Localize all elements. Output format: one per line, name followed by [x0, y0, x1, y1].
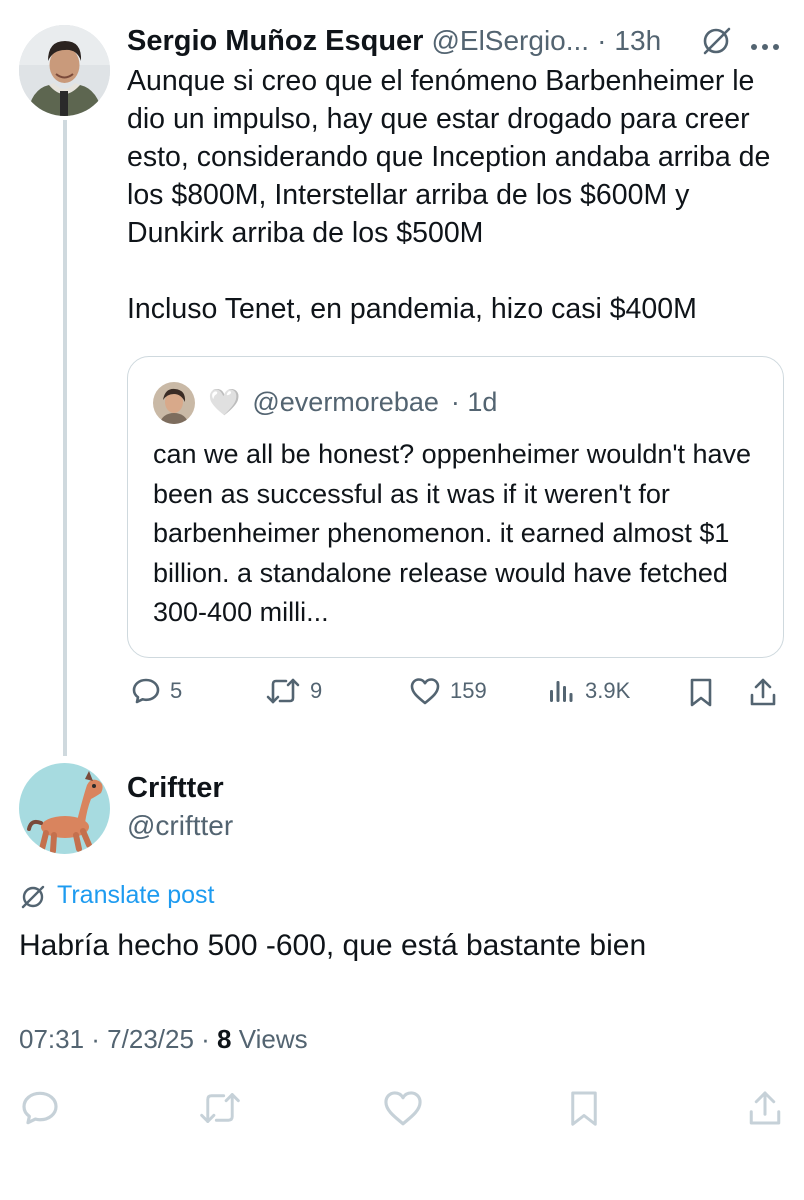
repost-count: 9	[310, 678, 323, 703]
like-count: 159	[450, 678, 487, 703]
repost-icon	[266, 678, 300, 704]
reply-author-handle[interactable]: @criftter	[127, 810, 233, 842]
reply-icon	[132, 678, 160, 704]
like-button[interactable]: 159	[409, 676, 487, 706]
bookmark-icon[interactable]	[687, 676, 715, 713]
translate-post-label: Translate post	[57, 881, 215, 909]
views-count: 8	[217, 1024, 232, 1054]
white-heart-emoji: 🤍	[208, 387, 241, 417]
author-name[interactable]: Sergio Muñoz Esquer	[127, 25, 423, 58]
reply-button[interactable]: 5	[131, 676, 182, 706]
quote-text: can we all be honest? oppenheimer wouldn…	[153, 439, 752, 627]
views-icon	[550, 681, 573, 702]
more-icon[interactable]	[750, 38, 780, 56]
quote-tweet-card[interactable]: 🤍 @evermorebae · 1d can we all be honest…	[127, 356, 784, 658]
tweet-time[interactable]: 13h	[614, 25, 661, 57]
timestamp-row: 07:31 · 7/23/25 · 8 Views	[19, 1024, 308, 1055]
like-icon	[410, 678, 440, 705]
like-icon[interactable]	[382, 1088, 424, 1133]
tweet-text: Aunque si creo que el fenómeno Barbenhei…	[127, 65, 771, 325]
reply-author-name[interactable]: Criftter	[127, 772, 224, 805]
thread-line	[63, 120, 67, 756]
views-count: 3.9K	[585, 678, 631, 703]
grok-icon[interactable]	[701, 24, 733, 61]
separator: ·	[597, 25, 607, 56]
reply-timestamp[interactable]: 07:31 · 7/23/25 ·	[19, 1024, 210, 1054]
reply-text: Habría hecho 500 -600, que está bastante…	[19, 929, 647, 962]
reply-icon[interactable]	[20, 1088, 60, 1133]
views-button[interactable]: 3.9K	[546, 676, 630, 706]
repost-icon[interactable]	[198, 1088, 242, 1133]
views-label: Views	[238, 1024, 308, 1054]
reply-author-avatar[interactable]	[19, 763, 110, 854]
reply-count: 5	[170, 678, 183, 703]
translate-post-link[interactable]: Translate post	[19, 881, 214, 910]
author-handle[interactable]: @ElSergio...	[431, 25, 589, 57]
bookmark-icon[interactable]	[566, 1088, 602, 1133]
share-icon[interactable]	[745, 1088, 785, 1133]
author-avatar[interactable]	[19, 25, 110, 116]
repost-button[interactable]: 9	[265, 676, 322, 706]
quote-handle[interactable]: @evermorebae	[252, 387, 439, 418]
tweet-header: Sergio Muñoz Esquer @ElSergio... · 13h	[127, 21, 661, 61]
quote-time: · 1d	[450, 386, 498, 417]
quote-header: 🤍 @evermorebae · 1d	[208, 383, 497, 421]
translate-icon	[21, 885, 45, 908]
quote-avatar	[153, 382, 195, 424]
share-icon[interactable]	[747, 676, 779, 713]
